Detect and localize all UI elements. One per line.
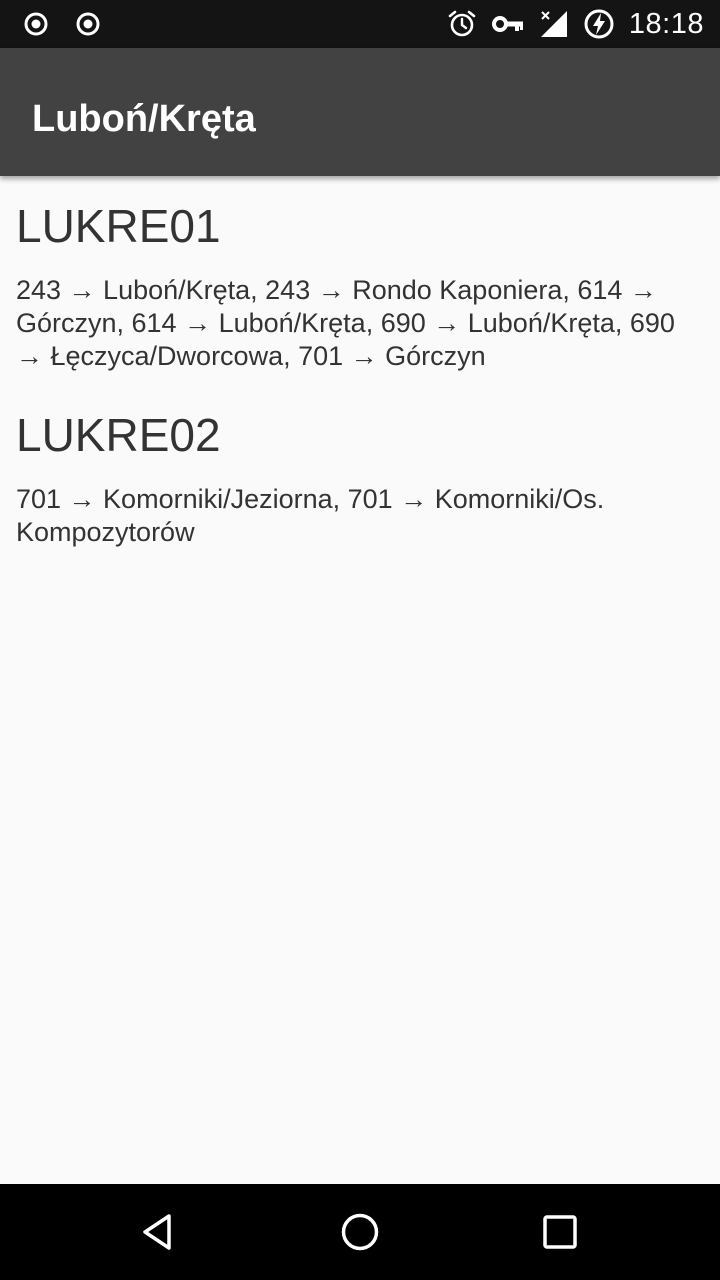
- navigation-bar: [0, 1184, 720, 1280]
- list-item[interactable]: LUKRE02 701 → Komorniki/Jeziorna, 701 → …: [16, 409, 706, 549]
- stop-routes: 243 → Luboń/Kręta, 243 → Rondo Kaponiera…: [16, 275, 675, 371]
- clock: 18:18: [628, 7, 704, 40]
- alarm-icon: [448, 10, 476, 37]
- back-icon[interactable]: [136, 1208, 184, 1256]
- list-item[interactable]: LUKRE01 243 → Luboń/Kręta, 243 → Rondo K…: [16, 200, 706, 373]
- notification-icons: [22, 10, 102, 38]
- recents-icon[interactable]: [536, 1208, 584, 1256]
- battery-charging-icon: [584, 9, 614, 39]
- home-icon[interactable]: [336, 1208, 384, 1256]
- record-icon: [24, 12, 48, 36]
- stop-routes: 701 → Komorniki/Jeziorna, 701 → Komornik…: [16, 484, 605, 547]
- stop-code: LUKRE02: [16, 409, 221, 461]
- status-bar: 18:18: [0, 0, 720, 48]
- stop-code: LUKRE01: [16, 200, 221, 252]
- stops-list: LUKRE01 243 → Luboń/Kręta, 243 → Rondo K…: [16, 200, 706, 585]
- record-icon: [76, 12, 100, 36]
- signal-no-data-icon: [540, 11, 567, 37]
- app-bar: Luboń/Kręta: [0, 48, 720, 176]
- page-title: Luboń/Kręta: [32, 98, 256, 140]
- system-icons: 18:18: [447, 6, 704, 42]
- vpn-key-icon: [491, 16, 523, 32]
